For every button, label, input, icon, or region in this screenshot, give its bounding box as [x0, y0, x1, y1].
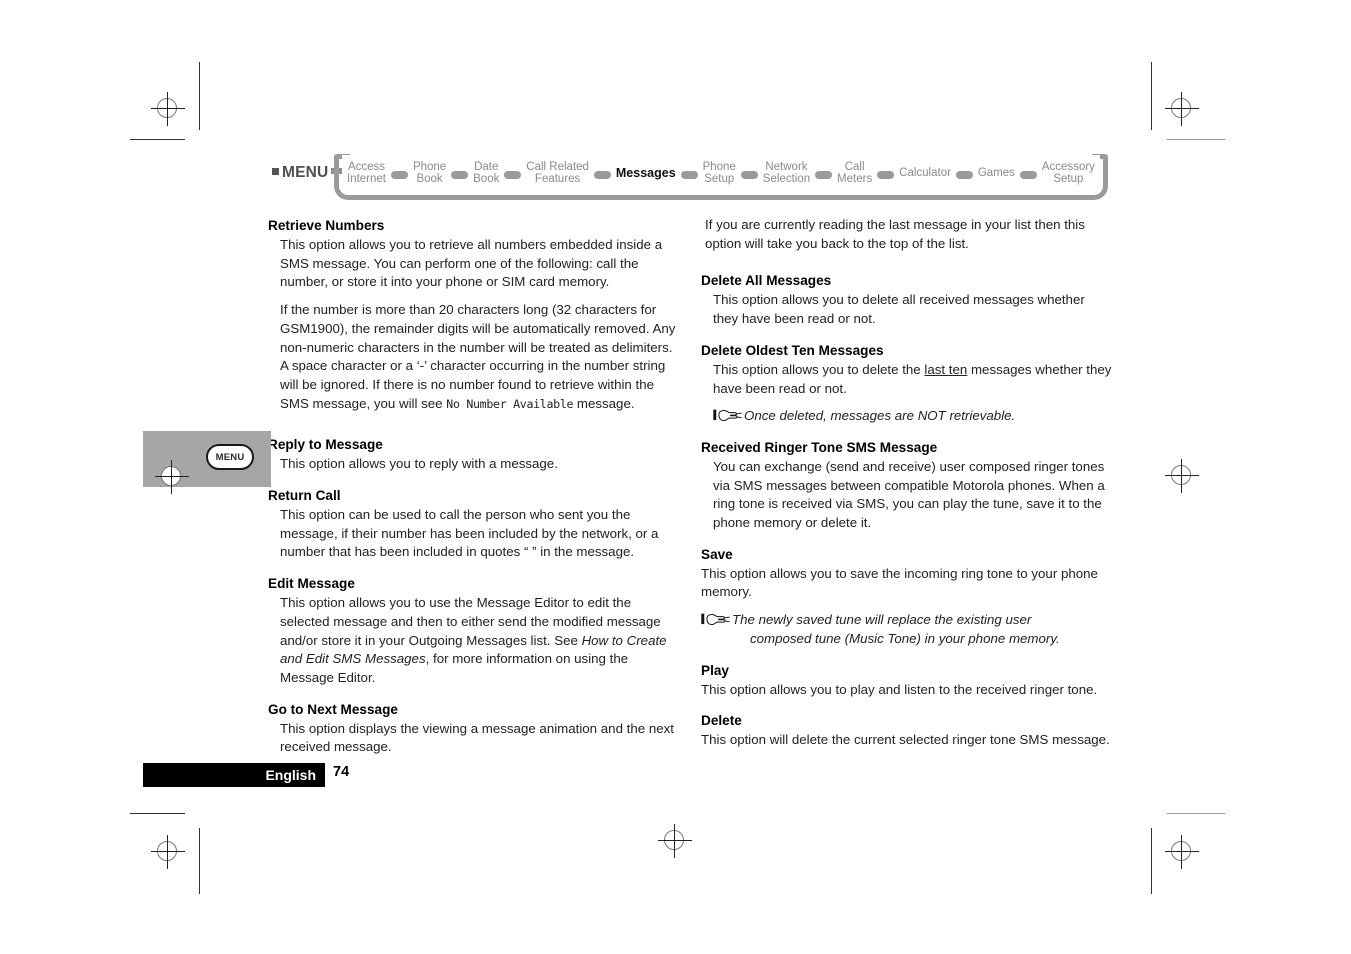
paragraph-continued-go-to-next-message: If you are currently reading the last me… [705, 217, 1085, 251]
paragraph-delete-all-messages: This option allows you to delete all rec… [713, 292, 1085, 327]
crop-line-bottom-right-vertical [1151, 828, 1152, 894]
heading-go-to-next-message: Go to Next Message [268, 701, 398, 717]
paragraph-text-part: If the number is more than 20 characters… [280, 302, 676, 411]
menu-key-button-graphic: MENU [206, 444, 254, 470]
crop-line-bottom-left-vertical [199, 828, 200, 894]
heading-retrieve-numbers: Retrieve Numbers [268, 218, 385, 233]
note-text-line-2: composed tune (Music Tone) in your phone… [750, 630, 1060, 646]
pointing-hand-icon [713, 408, 743, 423]
paragraph-play: This option allows you to play and liste… [701, 681, 1098, 697]
heading-edit-message: Edit Message [268, 576, 355, 592]
breadcrumb-item-phone-book[interactable]: Phone Book [412, 161, 447, 186]
right-column: If you are currently reading the last me… [701, 216, 1113, 750]
breadcrumb-separator-icon [504, 170, 522, 179]
registration-mark-top-left [148, 89, 188, 129]
crop-line-bottom-right-horizontal [1167, 813, 1225, 814]
breadcrumb-separator-icon [877, 170, 895, 179]
paragraph-reply-to-message: This option allows you to reply with a m… [280, 456, 558, 472]
footer-language-bar: English [143, 763, 325, 787]
square-bullet-icon [272, 168, 279, 175]
note-text: Once deleted, messages are NOT retrievab… [744, 408, 1016, 424]
heading-delete-all-messages: Delete All Messages [701, 273, 832, 289]
registration-mark-bottom-right [1162, 832, 1202, 872]
crop-line-top-right-horizontal [1167, 139, 1225, 140]
paragraph-edit-message: This option allows you to use the Messag… [268, 594, 680, 688]
heading-reply-to-message: Reply to Message [268, 437, 383, 453]
breadcrumb-items: Access Internet Phone Book Date Book Cal… [342, 155, 1100, 191]
paragraph-return-call: This option can be used to call the pers… [280, 507, 659, 560]
heading-return-call: Return Call [268, 488, 341, 504]
breadcrumb: MENU Access Internet Phone Book Date Boo… [272, 154, 1108, 203]
registration-mark-bottom-center [655, 821, 695, 861]
breadcrumb-separator-icon [451, 170, 469, 179]
breadcrumb-separator-icon [815, 170, 833, 179]
pointing-hand-icon [701, 612, 731, 627]
left-column: Retrieve Numbers This option allows you … [268, 216, 680, 757]
breadcrumb-separator-icon [593, 170, 611, 179]
paragraph-go-to-next-message: This option displays the viewing a messa… [280, 720, 674, 755]
heading-delete: Delete [701, 713, 742, 729]
registration-mark-bottom-left [148, 832, 188, 872]
heading-save: Save [701, 546, 733, 562]
breadcrumb-item-games[interactable]: Games [977, 167, 1016, 180]
breadcrumb-trail: Access Internet Phone Book Date Book Cal… [334, 154, 1108, 203]
note-newly-saved-tune: The newly saved tune will replace the ex… [701, 611, 1113, 648]
breadcrumb-separator-icon [740, 170, 758, 179]
paragraph-retrieve-numbers-2: If the number is more than 20 characters… [268, 301, 680, 413]
emphasis-last-ten: last ten [924, 361, 968, 377]
footer-language-label: English [265, 767, 316, 783]
menu-key-label: MENU [215, 451, 245, 463]
page-number: 74 [333, 764, 350, 780]
paragraph-received-ringer-tone-sms-message: You can exchange (send and receive) user… [713, 458, 1105, 531]
paragraph-text-part: message. [573, 395, 635, 411]
note-text-line-1: The newly saved tune will replace the ex… [732, 612, 1032, 628]
breadcrumb-item-call-meters[interactable]: Call Meters [836, 161, 873, 186]
heading-received-ringer-tone-sms-message: Received Ringer Tone SMS Message [701, 439, 938, 455]
breadcrumb-item-phone-setup[interactable]: Phone Setup [702, 161, 737, 186]
breadcrumb-item-network-selection[interactable]: Network Selection [762, 161, 811, 186]
heading-play: Play [701, 662, 729, 678]
breadcrumb-item-date-book[interactable]: Date Book [472, 161, 500, 186]
heading-delete-oldest-ten-messages: Delete Oldest Ten Messages [701, 342, 884, 358]
breadcrumb-separator-icon [680, 170, 698, 179]
breadcrumb-menu-label: MENU [282, 164, 329, 181]
breadcrumb-item-call-related-features[interactable]: Call Related Features [525, 161, 590, 186]
crop-line-top-left-horizontal [130, 139, 185, 140]
inline-code-no-number-available: No Number Available [446, 396, 574, 411]
paragraph-delete: This option will delete the current sele… [701, 732, 1110, 748]
note-once-deleted: Once deleted, messages are NOT retrievab… [701, 407, 1113, 426]
paragraph-retrieve-numbers-1: This option allows you to retrieve all n… [280, 237, 663, 290]
paragraph-delete-oldest-ten-messages: This option allows you to delete the las… [701, 361, 1113, 398]
paragraph-save: This option allows you to save the incom… [701, 565, 1098, 600]
breadcrumb-separator-icon [1019, 170, 1037, 179]
paragraph-text-part: This option allows you to delete the [713, 361, 925, 377]
breadcrumb-item-messages[interactable]: Messages [615, 167, 677, 180]
crop-line-bottom-left-horizontal [130, 813, 185, 814]
breadcrumb-separator-icon [390, 170, 408, 179]
breadcrumb-item-access-internet[interactable]: Access Internet [346, 161, 387, 186]
breadcrumb-item-accessory-setup[interactable]: Accessory Setup [1041, 161, 1096, 186]
registration-mark-middle-right [1162, 456, 1202, 496]
note-text: The newly saved tune will replace the ex… [732, 611, 1062, 648]
breadcrumb-item-calculator[interactable]: Calculator [898, 167, 952, 180]
menu-key-callout: MENU [143, 431, 271, 494]
crop-line-top-right-vertical [1151, 62, 1152, 130]
breadcrumb-separator-icon [955, 170, 973, 179]
crop-line-top-left-vertical [199, 62, 200, 130]
registration-mark-callout [152, 457, 192, 497]
registration-mark-top-right [1162, 89, 1202, 129]
